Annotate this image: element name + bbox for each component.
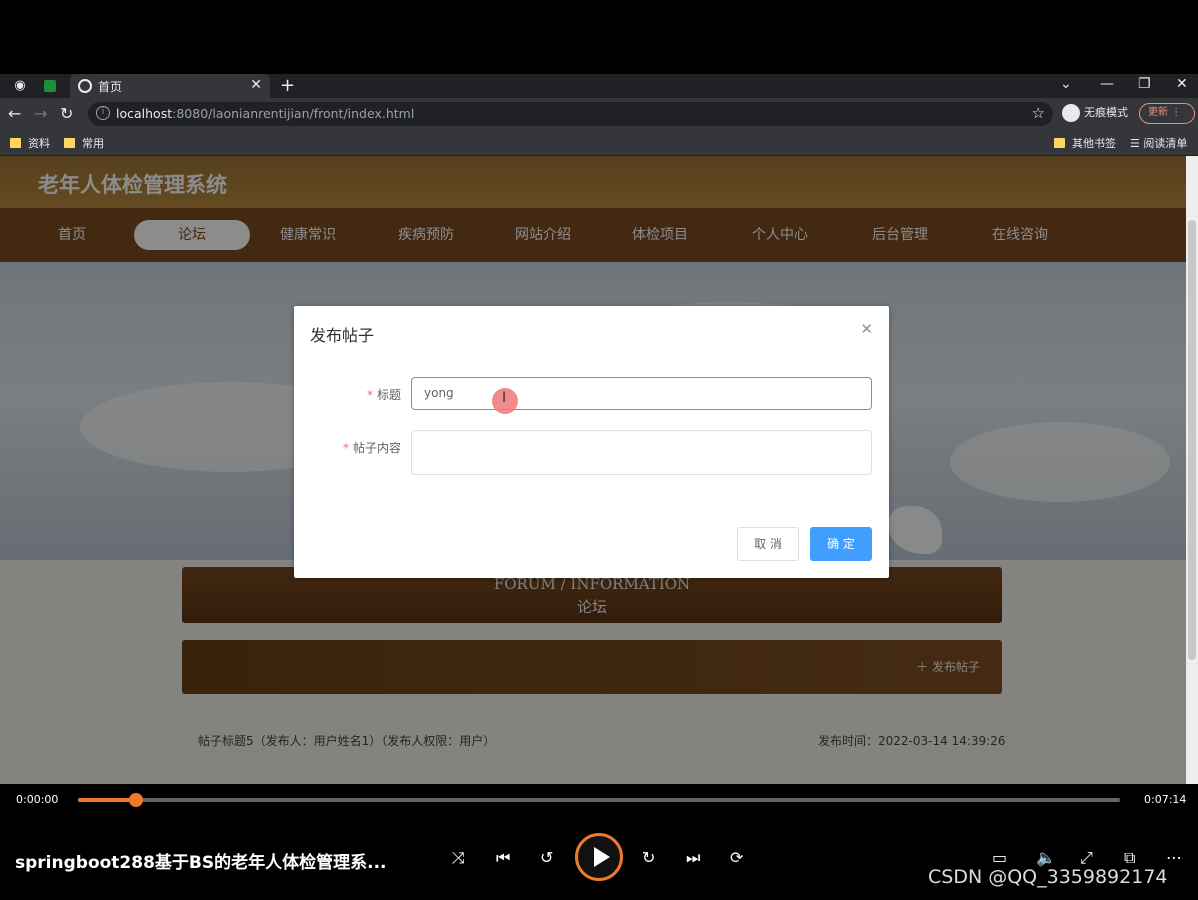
- content-label: * 帖子内容: [342, 441, 401, 455]
- content-textarea[interactable]: [411, 430, 872, 475]
- bookmark-folder-ziliao[interactable]: 资料: [10, 135, 50, 151]
- fullscreen-icon[interactable]: ⤢: [1080, 848, 1093, 868]
- cancel-button[interactable]: 取 消: [737, 527, 799, 561]
- play-button[interactable]: [575, 833, 623, 881]
- more-options-icon[interactable]: ⋯: [1166, 848, 1182, 867]
- update-button[interactable]: 更新 ⋮: [1139, 103, 1195, 124]
- window-close-icon[interactable]: ✕: [1176, 76, 1188, 92]
- progress-track[interactable]: [78, 793, 1120, 807]
- bookmark-folder-changyong[interactable]: 常用: [64, 135, 104, 151]
- bookmark-star-icon[interactable]: ☆: [1032, 104, 1045, 122]
- volume-icon[interactable]: 🔈: [1036, 848, 1056, 867]
- address-toolbar: ← → ↻ i localhost:8080/laonianrentijian/…: [0, 98, 1198, 130]
- active-tab[interactable]: 首页 ✕: [70, 74, 270, 98]
- tab-title: 首页: [98, 80, 123, 94]
- video-player-controls: 0:00:00 0:07:14 springboot288基于BS的老年人体检管…: [0, 784, 1198, 900]
- dialog-title: 发布帖子: [310, 326, 375, 345]
- folder-icon: [64, 138, 75, 148]
- title-input[interactable]: yong: [411, 377, 872, 410]
- top-black-bar: [0, 0, 1198, 74]
- rewind-icon[interactable]: ↺: [540, 848, 553, 867]
- mini-player-icon[interactable]: ⧉: [1124, 848, 1135, 868]
- reading-list[interactable]: ☰ 阅读清单: [1130, 135, 1187, 151]
- shuffle-icon[interactable]: ⤨: [452, 848, 465, 868]
- previous-icon[interactable]: ⏮: [496, 848, 510, 868]
- repeat-off-icon[interactable]: ⟳: [730, 848, 743, 867]
- total-time: 0:07:14: [1144, 793, 1187, 806]
- progress-played: [78, 798, 137, 802]
- reload-icon[interactable]: ↻: [60, 104, 73, 123]
- sheets-tab-icon[interactable]: [44, 80, 56, 92]
- incognito-icon: [1062, 104, 1080, 122]
- browser-tab-strip: ◉ 首页 ✕ + ⌄ — ❐ ✕: [0, 74, 1198, 98]
- ibeam-cursor-icon: I: [502, 390, 507, 406]
- back-icon[interactable]: ←: [8, 104, 21, 123]
- subtitles-icon[interactable]: ▭: [992, 848, 1007, 867]
- folder-icon: [10, 138, 21, 148]
- next-icon[interactable]: ⏭: [686, 848, 700, 868]
- url-bar[interactable]: i localhost:8080/laonianrentijian/front/…: [88, 102, 1053, 126]
- page-scrollbar[interactable]: [1186, 156, 1198, 784]
- dialog-close-icon[interactable]: ✕: [860, 320, 873, 338]
- forward-icon[interactable]: →: [34, 104, 47, 123]
- bookmarks-bar: 资料 常用 其他书签 ☰ 阅读清单: [0, 130, 1198, 156]
- restore-icon[interactable]: ❐: [1138, 76, 1151, 92]
- tab-close-icon[interactable]: ✕: [250, 77, 262, 93]
- csdn-watermark: CSDN @QQ_3359892174: [928, 866, 1168, 888]
- progress-knob[interactable]: [129, 793, 144, 807]
- web-page: 老年人体检管理系统 首页 论坛 健康常识 疾病预防 网站介绍 体检项目 个人中心…: [0, 156, 1186, 784]
- new-tab-icon[interactable]: +: [280, 75, 295, 96]
- tab-globe-icon: [78, 79, 92, 93]
- confirm-button[interactable]: 确 定: [810, 527, 872, 561]
- forward-30-icon[interactable]: ↻: [642, 848, 655, 867]
- incognito-indicator[interactable]: 无痕模式: [1062, 102, 1128, 124]
- globe-icon[interactable]: ◉: [12, 78, 28, 94]
- other-bookmarks[interactable]: 其他书签: [1054, 135, 1116, 151]
- url-text: localhost:8080/laonianrentijian/front/in…: [116, 106, 415, 121]
- reading-list-icon: ☰: [1130, 137, 1144, 150]
- current-time: 0:00:00: [16, 793, 59, 806]
- site-info-icon[interactable]: i: [96, 106, 110, 120]
- minimize-icon[interactable]: —: [1100, 76, 1114, 92]
- folder-icon: [1054, 138, 1065, 148]
- video-title: springboot288基于BS的老年人体检管理系...: [15, 853, 387, 873]
- publish-post-dialog: 发布帖子 ✕ * 标题 yong I * 帖子内容 取 消 确 定: [294, 306, 889, 578]
- title-label: * 标题: [366, 388, 401, 402]
- play-icon: [594, 847, 610, 867]
- tab-search-icon[interactable]: ⌄: [1060, 76, 1072, 92]
